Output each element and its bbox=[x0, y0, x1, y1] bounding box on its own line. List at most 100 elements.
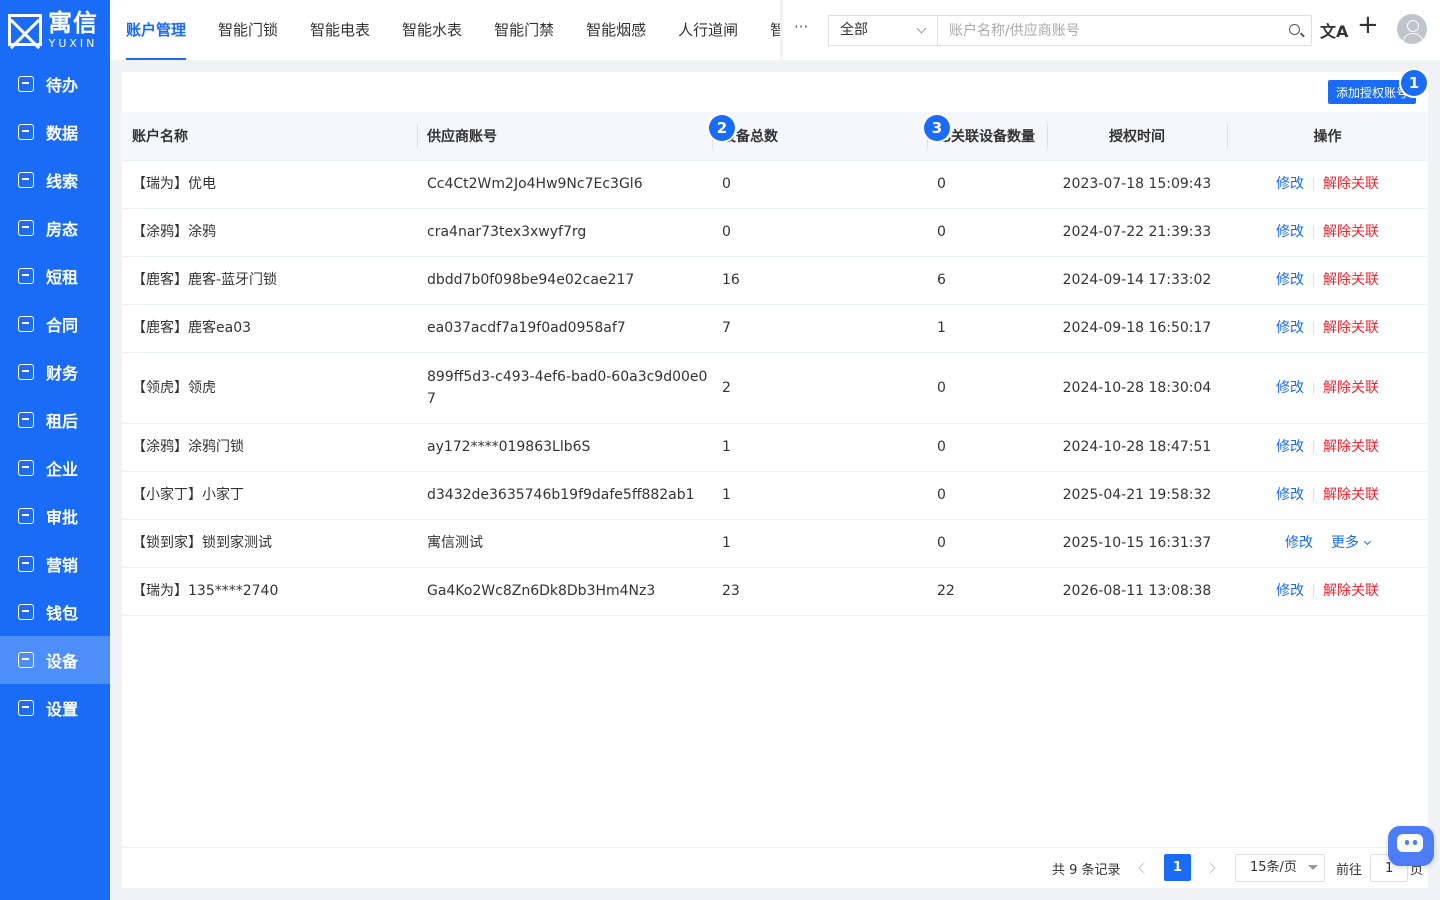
tab-0[interactable]: 账户管理 bbox=[110, 0, 202, 60]
cell-linked-count: 0 bbox=[927, 519, 1047, 568]
translate-icon[interactable]: 文A bbox=[1320, 18, 1348, 42]
cell-device-total: 0 bbox=[712, 208, 927, 257]
marketing-icon bbox=[18, 556, 34, 572]
tab-5[interactable]: 智能烟感 bbox=[570, 0, 662, 60]
sidebar-nav: 待办数据线索房态短租 合同 财务 租后 企业 审批 营销 钱包 设备 设置 bbox=[0, 60, 110, 732]
cell-auth-time: 2025-04-21 19:58:32 bbox=[1047, 471, 1227, 520]
sidebar-item-8[interactable]: 企业 bbox=[0, 444, 110, 492]
after-rent-icon bbox=[18, 412, 34, 428]
sidebar-item-1[interactable]: 数据 bbox=[0, 108, 110, 156]
search-input[interactable] bbox=[938, 16, 1281, 45]
tab-2[interactable]: 智能电表 bbox=[294, 0, 386, 60]
cell-account-name: 【小家丁】小家丁 bbox=[122, 471, 417, 520]
cell-linked-count: 0 bbox=[927, 208, 1047, 257]
cell-device-total: 2 bbox=[712, 352, 927, 424]
table-row: 【瑞为】优电 Cc4Ct2Wm2Jo4Hw9Nc7Ec3Gl6 0 0 2023-07-… bbox=[122, 160, 1428, 209]
settings-icon bbox=[18, 700, 34, 716]
chatbot-icon[interactable] bbox=[1388, 826, 1434, 866]
cell-supplier-account: ay172****019863Llb6S bbox=[417, 423, 712, 472]
table-row: 【鹿客】鹿客ea03 ea037acdf7a19f0ad0958af7 7 1 2024… bbox=[122, 304, 1428, 353]
edit-link[interactable]: 修改 bbox=[1276, 436, 1304, 458]
tab-1[interactable]: 智能门锁 bbox=[202, 0, 294, 60]
chevron-right-icon[interactable] bbox=[1205, 860, 1219, 876]
cell-auth-time: 2026-08-11 13:08:38 bbox=[1047, 567, 1227, 616]
tab-3[interactable]: 智能水表 bbox=[386, 0, 478, 60]
clue-icon bbox=[18, 172, 34, 188]
tab-4[interactable]: 智能门禁 bbox=[478, 0, 570, 60]
sidebar-item-10[interactable]: 营销 bbox=[0, 540, 110, 588]
cell-actions: 修改 解除关联 bbox=[1227, 160, 1428, 209]
cell-auth-time: 2024-10-28 18:47:51 bbox=[1047, 423, 1227, 472]
sidebar-item-5[interactable]: 合同 bbox=[0, 300, 110, 348]
cell-device-total: 7 bbox=[712, 304, 927, 353]
edit-link[interactable]: 修改 bbox=[1276, 317, 1304, 339]
search-icon[interactable] bbox=[1281, 16, 1311, 45]
tab-6[interactable]: 人行道闸 bbox=[662, 0, 754, 60]
action-divider bbox=[1313, 488, 1314, 502]
cell-actions: 修改 解除关联 bbox=[1227, 567, 1428, 616]
main-panel: 添加授权账号 1 账户名称 供应商账号 设备总数 已关联设备数量 授权时间 操作… bbox=[122, 70, 1428, 888]
unlink-link[interactable]: 解除关联 bbox=[1323, 221, 1379, 243]
sidebar-item-12[interactable]: 设备 bbox=[0, 636, 110, 684]
edit-link[interactable]: 修改 bbox=[1285, 532, 1313, 554]
edit-link[interactable]: 修改 bbox=[1276, 484, 1304, 506]
avatar[interactable] bbox=[1397, 14, 1427, 44]
device-icon bbox=[18, 652, 34, 668]
unlink-link[interactable]: 解除关联 bbox=[1323, 269, 1379, 291]
unlink-link[interactable]: 解除关联 bbox=[1323, 377, 1379, 399]
edit-link[interactable]: 修改 bbox=[1276, 269, 1304, 291]
logo-icon bbox=[8, 14, 42, 46]
sidebar-item-0[interactable]: 待办 bbox=[0, 60, 110, 108]
sidebar-item-3[interactable]: 房态 bbox=[0, 204, 110, 252]
current-page-button[interactable]: 1 bbox=[1164, 854, 1191, 881]
sidebar: 寓信 YUXIN 待办数据线索房态短租 合同 财务 租后 企业 审批 营销 钱包 设备 设置 bbox=[0, 0, 110, 900]
tab-7[interactable]: 智 bbox=[754, 0, 782, 60]
unlink-link[interactable]: 解除关联 bbox=[1323, 317, 1379, 339]
cell-actions: 修改 解除关联 bbox=[1227, 352, 1428, 424]
sidebar-item-7[interactable]: 租后 bbox=[0, 396, 110, 444]
caret-down-icon bbox=[1308, 865, 1318, 870]
more-tabs-button[interactable]: ··· bbox=[794, 18, 808, 36]
sidebar-item-9[interactable]: 审批 bbox=[0, 492, 110, 540]
more-label: 更多 bbox=[1331, 535, 1359, 551]
cell-account-name: 【锁到家】锁到家测试 bbox=[122, 519, 417, 568]
plus-icon[interactable]: + bbox=[1357, 12, 1379, 38]
page-size-select[interactable]: 15条/页 bbox=[1235, 854, 1325, 882]
table-body: 【瑞为】优电 Cc4Ct2Wm2Jo4Hw9Nc7Ec3Gl6 0 0 2023-07-… bbox=[122, 160, 1428, 616]
action-divider bbox=[1313, 177, 1314, 191]
unlink-link[interactable]: 解除关联 bbox=[1323, 484, 1379, 506]
cell-linked-count: 22 bbox=[927, 567, 1047, 616]
cell-device-total: 1 bbox=[712, 519, 927, 568]
cell-actions: 修改 解除关联 bbox=[1227, 423, 1428, 472]
guide-badge-2: 2 bbox=[709, 115, 735, 141]
cell-device-total: 1 bbox=[712, 423, 927, 472]
sidebar-item-13[interactable]: 设置 bbox=[0, 684, 110, 732]
filter-select[interactable]: 全部 bbox=[829, 16, 938, 45]
unlink-link[interactable]: 解除关联 bbox=[1323, 436, 1379, 458]
edit-link[interactable]: 修改 bbox=[1276, 580, 1304, 602]
tabs-divider bbox=[780, 0, 783, 60]
cell-supplier-account: Ga4Ko2Wc8Zn6Dk8Db3Hm4Nz3 bbox=[417, 567, 712, 616]
unlink-link[interactable]: 解除关联 bbox=[1323, 173, 1379, 195]
edit-link[interactable]: 修改 bbox=[1276, 173, 1304, 195]
company-icon bbox=[18, 460, 34, 476]
sidebar-item-11[interactable]: 钱包 bbox=[0, 588, 110, 636]
cell-account-name: 【鹿客】鹿客-蓝牙门锁 bbox=[122, 256, 417, 305]
more-dropdown[interactable]: 更多 bbox=[1331, 532, 1372, 554]
unlink-link[interactable]: 解除关联 bbox=[1323, 580, 1379, 602]
brand-logo: 寓信 YUXIN bbox=[0, 0, 110, 60]
edit-link[interactable]: 修改 bbox=[1276, 221, 1304, 243]
sidebar-item-label: 房态 bbox=[46, 220, 79, 239]
cell-actions: 修改 解除关联 bbox=[1227, 256, 1428, 305]
sidebar-item-4[interactable]: 短租 bbox=[0, 252, 110, 300]
cell-device-total: 0 bbox=[712, 160, 927, 209]
edit-link[interactable]: 修改 bbox=[1276, 377, 1304, 399]
action-divider bbox=[1313, 584, 1314, 598]
sidebar-item-label: 数据 bbox=[46, 124, 79, 143]
cell-supplier-account: 寓信测试 bbox=[417, 519, 712, 568]
sidebar-item-2[interactable]: 线索 bbox=[0, 156, 110, 204]
guide-badge-3: 3 bbox=[924, 115, 950, 141]
sidebar-item-6[interactable]: 财务 bbox=[0, 348, 110, 396]
sidebar-item-label: 待办 bbox=[46, 76, 79, 95]
chevron-left-icon[interactable] bbox=[1135, 860, 1149, 876]
